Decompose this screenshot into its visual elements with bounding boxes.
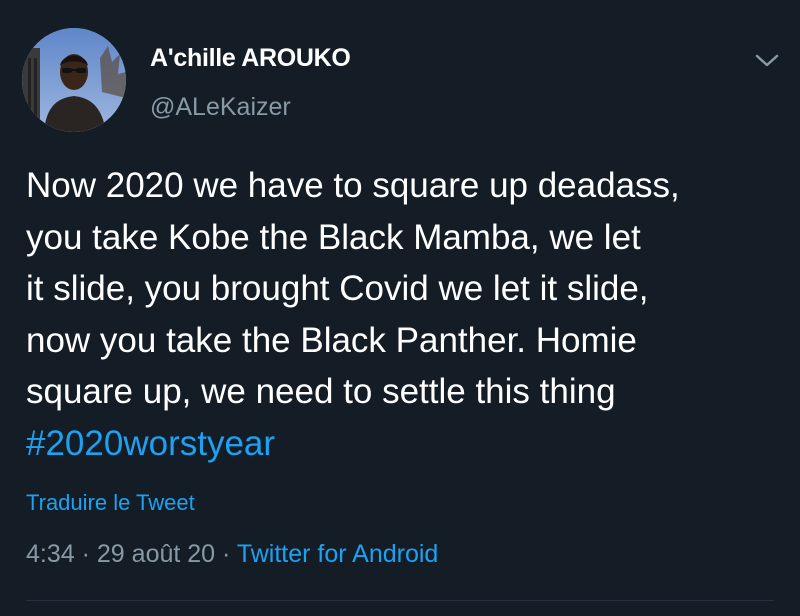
tweet-meta: 4:34 · 29 août 20 · Twitter for Android	[26, 540, 438, 569]
tweet-text-line: now you take the Black Panther. Homie	[26, 320, 637, 360]
translate-tweet-link[interactable]: Traduire le Tweet	[26, 490, 195, 516]
divider	[26, 600, 774, 601]
tweet-text-line: you take Kobe the Black Mamba, we let	[26, 217, 641, 257]
tweet-text-line: Now 2020 we have to square up deadass,	[26, 166, 680, 205]
tweet-text-line: square up, we need to settle this thing	[26, 372, 616, 411]
avatar[interactable]	[22, 28, 126, 132]
author-handle[interactable]: @ALeKaizer	[150, 93, 291, 122]
tweet-card[interactable]: A'chille AROUKO @ALeKaizer Now 2020 we h…	[0, 0, 800, 616]
meta-separator: ·	[81, 540, 90, 568]
tweet-time: 4:34	[26, 540, 75, 568]
tweet-source-link[interactable]: Twitter for Android	[237, 540, 438, 568]
tweet-text: Now 2020 we have to square up deadass, y…	[26, 160, 786, 469]
tweet-date: 29 août 20	[96, 540, 216, 568]
hashtag-link[interactable]: #2020worstyear	[26, 418, 786, 470]
meta-separator: ·	[222, 540, 231, 568]
chevron-down-icon[interactable]	[754, 52, 780, 70]
tweet-text-line: it slide, you brought Covid we let it sl…	[26, 269, 649, 308]
author-display-name[interactable]: A'chille AROUKO	[150, 44, 351, 73]
